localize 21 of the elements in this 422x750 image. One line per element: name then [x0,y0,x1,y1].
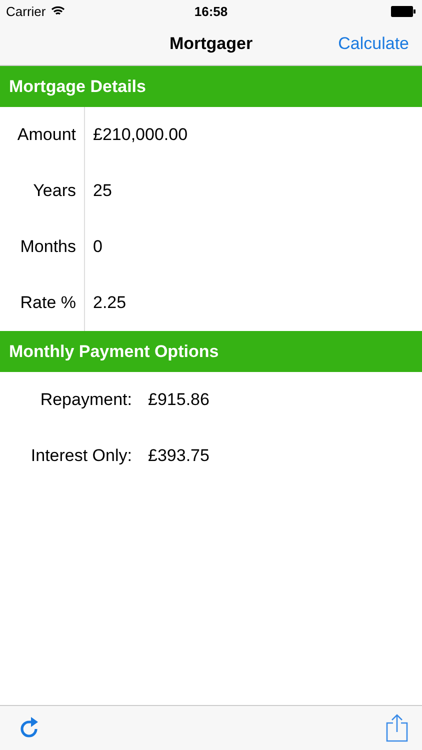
carrier-name: Carrier [6,4,46,18]
field-label: Months [0,219,85,275]
battery-icon [391,6,416,16]
section-header: Monthly Payment Options [0,331,422,372]
input-field[interactable]: 0 [93,237,393,257]
status-time: 16:58 [194,4,228,18]
refresh-icon[interactable] [20,717,40,739]
field-label: Years [0,163,85,219]
input-field[interactable]: 25 [93,181,393,201]
result-label: Interest Only: [30,446,132,466]
section-header: Mortgage Details [0,66,422,107]
result-value: £393.75 [148,446,210,466]
field-label: Amount [0,107,85,163]
result-label: Repayment: [39,390,132,410]
share-icon[interactable] [386,714,408,742]
screen-title: Mortgager [169,34,253,54]
input-field[interactable]: 2.25 [93,293,393,313]
input-field[interactable]: £210,000.00 [93,125,393,145]
wifi-icon [50,6,65,16]
calculate-button[interactable]: Calculate [338,34,409,54]
result-value: £915.86 [148,390,210,410]
